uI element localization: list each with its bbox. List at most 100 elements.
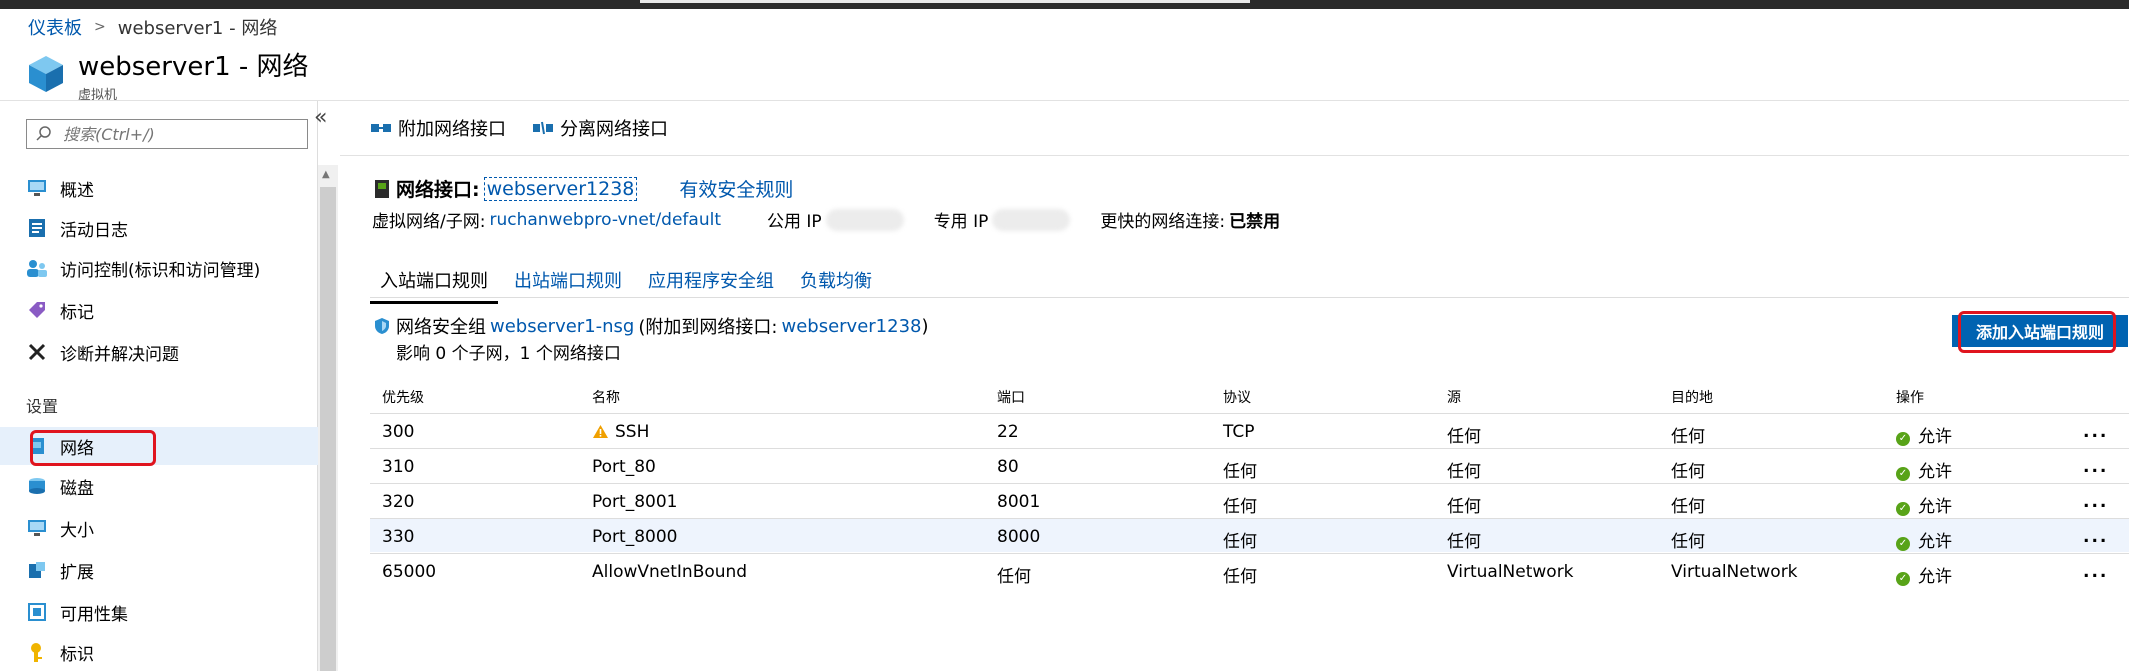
cell-priority: 300: [382, 422, 415, 442]
col-destination[interactable]: 目的地: [1671, 387, 1713, 407]
detach-network-interface-button[interactable]: 分离网络接口: [532, 115, 668, 141]
cell-action: ✓ 允许: [1896, 457, 1952, 482]
cell-name: Port_8000: [592, 527, 678, 547]
effective-security-rules-link[interactable]: 有效安全规则: [679, 175, 793, 202]
cell-name: AllowVnetInBound: [592, 562, 748, 582]
attach-icon: [371, 124, 391, 132]
sidebar-item-overview[interactable]: 概述: [0, 169, 318, 207]
toolbar-divider: [340, 155, 2129, 156]
sidebar-section-settings: 设置: [26, 397, 59, 416]
row-more-button[interactable]: ...: [2083, 422, 2108, 442]
nsg-name-link[interactable]: webserver1-nsg: [490, 316, 634, 337]
cell-source: 任何: [1447, 427, 1481, 447]
cell-name: Port_80: [592, 457, 656, 477]
sidebar-item-label: 访问控制(标识和访问管理): [60, 260, 261, 281]
col-source[interactable]: 源: [1447, 387, 1461, 407]
disk-icon: [26, 475, 48, 497]
shield-icon: [375, 318, 389, 334]
cell-protocol: 任何: [1223, 462, 1257, 482]
page-header: webserver1 - 网络 虚拟机: [26, 52, 309, 103]
sidebar-item-size[interactable]: 大小: [0, 509, 318, 547]
sidebar-search[interactable]: [26, 119, 308, 149]
table-row[interactable]: 320 Port_8001 8001 任何 任何 任何 ✓ 允许 ...: [370, 483, 2129, 517]
table-row[interactable]: 330 Port_8000 8000 任何 任何 任何 ✓ 允许 ...: [370, 518, 2129, 552]
sidebar-item-extensions[interactable]: 扩展: [0, 551, 318, 589]
col-name[interactable]: 名称: [592, 387, 620, 407]
cell-priority: 320: [382, 492, 415, 512]
sidebar-item-label: 标识: [60, 644, 94, 665]
nic-header: 网络接口: webserver1238 有效安全规则: [374, 175, 793, 202]
col-protocol[interactable]: 协议: [1223, 387, 1251, 407]
sidebar-item-label: 概述: [60, 180, 94, 201]
nic-info: 虚拟网络/子网: ruchanwebpro-vnet/default 公用 IP…: [372, 207, 1280, 232]
public-ip-label: 公用 IP: [767, 212, 822, 232]
action-label: 允许: [1918, 532, 1952, 552]
sidebar-item-activity-log[interactable]: 活动日志: [0, 209, 318, 247]
check-icon: ✓: [1896, 467, 1910, 481]
action-label: 允许: [1918, 497, 1952, 517]
sidebar-item-disks[interactable]: 磁盘: [0, 467, 318, 505]
nsg-impact: 影响 0 个子网，1 个网络接口: [396, 344, 621, 364]
extension-icon: [26, 559, 48, 581]
sidebar-item-label: 标记: [60, 302, 94, 323]
breadcrumb-dashboard-link[interactable]: 仪表板: [28, 14, 82, 40]
check-icon: ✓: [1896, 502, 1910, 516]
col-priority[interactable]: 优先级: [382, 387, 424, 407]
nic-name-link[interactable]: webserver1238: [483, 176, 638, 201]
cell-priority: 310: [382, 457, 415, 477]
sidebar-item-diagnose[interactable]: 诊断并解决问题: [0, 333, 318, 371]
nsg-prefix: 网络安全组: [396, 317, 486, 338]
cell-priority: 330: [382, 527, 415, 547]
cell-source: 任何: [1447, 532, 1481, 552]
row-more-button[interactable]: ...: [2083, 457, 2108, 477]
table-row[interactable]: 310 Port_80 80 任何 任何 任何 ✓ 允许 ...: [370, 448, 2129, 482]
col-port[interactable]: 端口: [997, 387, 1025, 407]
portal-top-bar: [0, 0, 2129, 9]
table-row[interactable]: 300 SSH 22 TCP 任何 任何 ✓ 允许 ...: [370, 413, 2129, 447]
toolbar: 附加网络接口 分离网络接口: [370, 115, 694, 141]
global-search-strip[interactable]: [640, 0, 1250, 3]
row-more-button[interactable]: ...: [2083, 562, 2108, 582]
attach-label: 附加网络接口: [398, 119, 506, 140]
cell-port: 8000: [997, 527, 1041, 547]
breadcrumb-current: webserver1 - 网络: [117, 18, 278, 39]
sidebar-item-label: 诊断并解决问题: [60, 344, 179, 365]
breadcrumb-separator: >: [94, 19, 106, 35]
sidebar-scroll-thumb[interactable]: [320, 187, 336, 671]
nsg-attached-nic-link[interactable]: webserver1238: [781, 316, 921, 337]
sidebar: « 概述 活动日志 访问控制(标识和访问管理) 标记 诊断并解决问题 设置: [0, 101, 338, 671]
sidebar-item-identity[interactable]: 标识: [0, 633, 318, 671]
virtual-machine-icon: [29, 56, 63, 92]
cell-action: ✓ 允许: [1896, 527, 1952, 552]
row-more-button[interactable]: ...: [2083, 527, 2108, 547]
highlight-box-add-rule: [1958, 311, 2116, 353]
attach-network-interface-button[interactable]: 附加网络接口: [370, 115, 506, 141]
cell-protocol: TCP: [1223, 422, 1255, 442]
nsg-summary: 网络安全组 webserver1-nsg (附加到网络接口: webserver…: [374, 313, 929, 339]
check-icon: ✓: [1896, 537, 1910, 551]
cell-protocol: 任何: [1223, 532, 1257, 552]
cell-destination: 任何: [1671, 462, 1705, 482]
tabs-divider: [370, 297, 2129, 298]
availability-set-icon: [26, 601, 48, 623]
action-label: 允许: [1918, 427, 1952, 447]
sidebar-search-input[interactable]: [63, 124, 293, 144]
private-ip-label: 专用 IP: [933, 212, 989, 232]
collapse-sidebar-button[interactable]: «: [314, 105, 327, 130]
col-action[interactable]: 操作: [1896, 387, 1924, 407]
check-icon: ✓: [1896, 572, 1910, 586]
cell-destination: 任何: [1671, 497, 1705, 517]
sidebar-item-access-control[interactable]: 访问控制(标识和访问管理): [0, 249, 318, 287]
sidebar-item-availability-set[interactable]: 可用性集: [0, 593, 318, 631]
public-ip-redacted: [825, 208, 904, 231]
sidebar-item-tags[interactable]: 标记: [0, 291, 318, 329]
nsg-attached-prefix: (附加到网络接口:: [638, 317, 778, 338]
vnet-subnet-link[interactable]: ruchanwebpro-vnet/default: [489, 210, 721, 230]
scroll-up-arrow-icon[interactable]: ▲: [322, 169, 330, 180]
row-more-button[interactable]: ...: [2083, 492, 2108, 512]
action-label: 允许: [1918, 567, 1952, 587]
sidebar-item-label: 大小: [60, 520, 94, 541]
check-icon: ✓: [1896, 432, 1910, 446]
cell-source: 任何: [1447, 462, 1481, 482]
table-row[interactable]: 65000 AllowVnetInBound 任何 任何 VirtualNetw…: [370, 553, 2129, 587]
